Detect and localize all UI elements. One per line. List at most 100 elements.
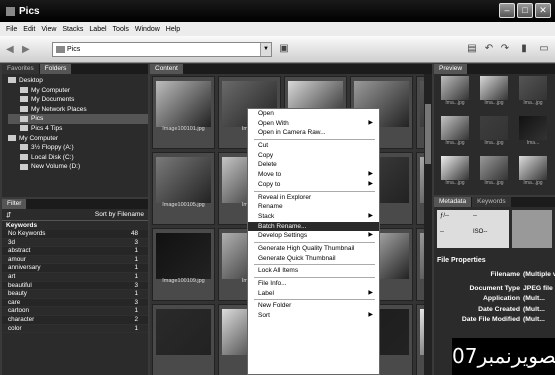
context-menu-item[interactable]: File Info... [248, 279, 379, 289]
content-scrollbar[interactable] [424, 74, 432, 375]
preview-thumb[interactable]: Ima...jpg [476, 156, 512, 193]
context-menu-item[interactable]: Copy to ▶ [248, 180, 379, 190]
minimize-button[interactable]: – [499, 3, 515, 18]
window-title: Pics [19, 5, 40, 17]
preview-thumb[interactable]: Ima...jpg [437, 116, 473, 153]
list-item[interactable]: color 1 [2, 325, 148, 334]
rotate-left-icon[interactable]: ↶ [483, 43, 495, 55]
menu-window[interactable]: Window [132, 26, 163, 33]
context-menu-item[interactable]: Delete [248, 160, 379, 170]
context-menu-item[interactable]: Copy [248, 151, 379, 161]
list-item[interactable]: No Keywords 48 [2, 230, 148, 239]
tab-content[interactable]: Content [150, 64, 183, 74]
preview-thumb[interactable]: Ima...jpg [437, 156, 473, 193]
tab-filter[interactable]: Filter [2, 199, 27, 209]
menu-separator [254, 264, 375, 266]
tab-metadata[interactable]: Metadata [434, 197, 472, 207]
context-menu-item[interactable]: Reveal in Explorer [248, 193, 379, 203]
menu-help[interactable]: Help [163, 26, 183, 33]
list-item[interactable]: art 1 [2, 273, 148, 282]
context-menu-item[interactable]: Move to ▶ [248, 170, 379, 180]
tree-item[interactable]: New Volume (D:) [8, 162, 148, 172]
camera-icon[interactable]: ▣ [278, 43, 290, 55]
tab-keywords[interactable]: Keywords [472, 197, 511, 207]
context-menu-item[interactable]: Lock All Items [248, 266, 379, 276]
list-item[interactable]: cartoon 1 [2, 307, 148, 316]
property-row: Filename(Multiple values) [490, 271, 555, 278]
tree-item[interactable]: Local Disk (C:) [8, 153, 148, 163]
list-item[interactable]: beautiful 3 [2, 281, 148, 291]
context-menu-item[interactable]: Generate High Quality Thumbnail [248, 244, 379, 254]
tab-folders[interactable]: Folders [39, 64, 72, 74]
rotate-right-icon[interactable]: ↷ [499, 43, 511, 55]
disk-icon [20, 163, 28, 170]
context-menu-item[interactable]: Label ▶ [248, 289, 379, 299]
menu-stacks[interactable]: Stacks [59, 26, 86, 33]
stack-icon[interactable]: ▤ [466, 43, 478, 55]
context-menu-item[interactable]: Open With ▶ [248, 119, 379, 129]
tree-item[interactable]: My Computer [8, 134, 148, 144]
chevron-down-icon[interactable]: ▼ [260, 43, 271, 56]
tree-item[interactable]: Pics 4 Tips [8, 124, 148, 134]
back-arrow-icon[interactable]: ◀ [6, 44, 14, 55]
list-item[interactable]: abstract 1 [2, 247, 148, 256]
context-menu-item[interactable]: Cut [248, 141, 379, 151]
context-menu-item[interactable]: New Folder [248, 301, 379, 311]
tree-item[interactable]: My Computer [8, 86, 148, 96]
keywords-header[interactable]: Keywords [2, 221, 148, 230]
submenu-arrow-icon: ▶ [368, 180, 373, 187]
tree-item[interactable]: 3½ Floppy (A:) [8, 143, 148, 153]
menu-view[interactable]: View [38, 26, 59, 33]
thumbnail-cell[interactable]: Image100101.jpg [152, 76, 215, 149]
context-menu-item[interactable]: Open in Camera Raw... [248, 128, 379, 138]
forward-arrow-icon[interactable]: ▶ [22, 44, 30, 55]
trash-icon[interactable]: ▮ [518, 43, 530, 55]
list-item[interactable]: character 2 [2, 315, 148, 325]
thumbnail-cell[interactable]: Image100105.jpg [152, 152, 215, 225]
tree-item[interactable]: Desktop [8, 76, 148, 86]
context-menu-item[interactable]: Stack ▶ [248, 212, 379, 222]
preview-thumb[interactable]: Ima... [515, 116, 551, 153]
new-folder-icon[interactable]: ▭ [538, 43, 550, 55]
sort-control[interactable]: ⇵ Sort by Filename [2, 209, 148, 221]
list-item[interactable]: amour 1 [2, 256, 148, 265]
preview-thumb[interactable]: Ima...jpg [437, 76, 473, 113]
thumbnail-cell[interactable]: Image100109.jpg [152, 228, 215, 301]
menu-item-label: Generate Quick Thumbnail [258, 254, 336, 262]
context-menu-item[interactable]: Generate Quick Thumbnail [248, 254, 379, 264]
preview-thumb[interactable]: Ima...jpg [476, 116, 512, 153]
maximize-button[interactable]: □ [517, 3, 533, 18]
list-item[interactable]: 3d 3 [2, 239, 148, 248]
close-button[interactable]: ✕ [535, 3, 551, 18]
menu-item-label: Copy [258, 151, 274, 159]
tree-item[interactable]: My Network Places [8, 105, 148, 115]
thumbnail-cell[interactable] [152, 304, 215, 375]
context-menu-item[interactable]: Sort ▶ [248, 311, 379, 321]
context-menu-item[interactable]: Develop Settings ▶ [248, 231, 379, 241]
preview-thumb[interactable]: Ima...jpg [476, 76, 512, 113]
tree-item[interactable]: My Documents [8, 95, 148, 105]
scroll-thumb[interactable] [425, 104, 431, 164]
preview-caption: Ima...jpg [523, 100, 543, 106]
tab-preview[interactable]: Preview [434, 64, 468, 74]
menu-tools[interactable]: Tools [110, 26, 132, 33]
list-item[interactable]: beauty 1 [2, 290, 148, 299]
submenu-arrow-icon: ▶ [368, 171, 373, 178]
context-menu-item[interactable]: Batch Rename... [248, 221, 379, 232]
menu-item-label: Stack [258, 212, 275, 220]
preview-thumb[interactable]: Ima...jpg [515, 76, 551, 113]
preview-thumb[interactable]: Ima...jpg [515, 156, 551, 193]
context-menu-item[interactable]: Open [248, 109, 379, 119]
list-item[interactable]: anniversary 1 [2, 264, 148, 273]
tab-favorites[interactable]: Favorites [2, 64, 39, 74]
file-properties-header[interactable]: File Properties [437, 257, 486, 264]
preview-image [480, 116, 508, 140]
menu-label[interactable]: Label [86, 26, 109, 33]
menu-edit[interactable]: Edit [20, 26, 38, 33]
tree-item[interactable]: Pics [8, 114, 148, 124]
path-dropdown[interactable]: Pics ▼ [52, 42, 272, 57]
context-menu-item[interactable]: Rename [248, 202, 379, 212]
list-item[interactable]: care 3 [2, 298, 148, 308]
menu-file[interactable]: File [3, 26, 20, 33]
preview-image [441, 116, 469, 140]
